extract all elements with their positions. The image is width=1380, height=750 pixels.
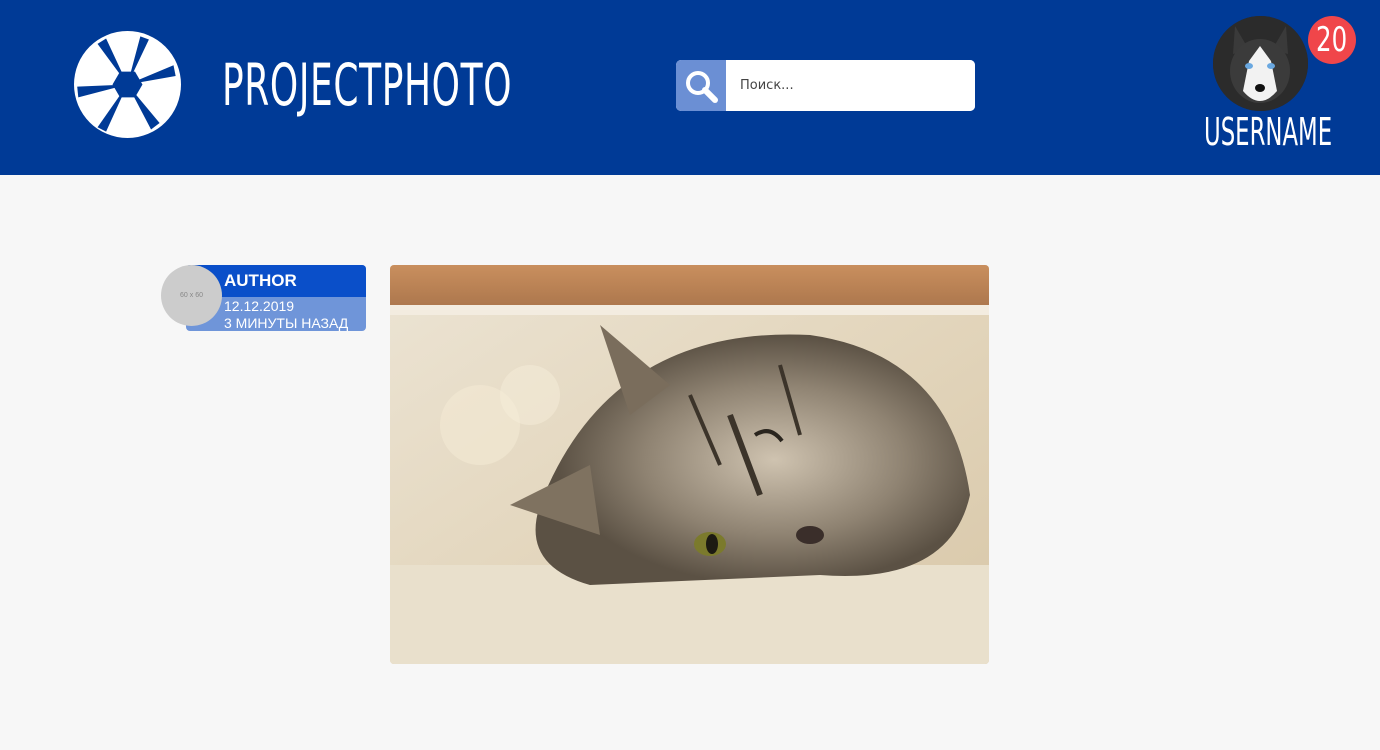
search-box [676, 60, 975, 111]
camera-aperture-icon[interactable] [74, 31, 181, 138]
username-label[interactable]: USERNAME [1204, 110, 1332, 154]
post-date: 12.12.2019 [224, 298, 295, 314]
brand-title[interactable]: PROJECTPHOTO [222, 52, 512, 118]
notification-badge[interactable]: 20 [1308, 16, 1356, 64]
search-icon [686, 70, 718, 103]
user-avatar[interactable] [1213, 16, 1308, 111]
post-photo[interactable] [390, 265, 989, 664]
author-name[interactable]: AUTHOR [224, 271, 297, 291]
cat-photo-image [390, 265, 989, 664]
post-time-ago: 3 МИНУТЫ НАЗАД [224, 315, 349, 331]
author-avatar[interactable]: 60 x 60 [161, 265, 222, 326]
search-input[interactable] [726, 60, 975, 111]
avatar-placeholder-text: 60 x 60 [180, 292, 203, 299]
husky-avatar-image [1213, 16, 1308, 111]
search-button[interactable] [676, 60, 726, 111]
header-bar: PROJECTPHOTO 20 USERNAME [0, 0, 1380, 175]
